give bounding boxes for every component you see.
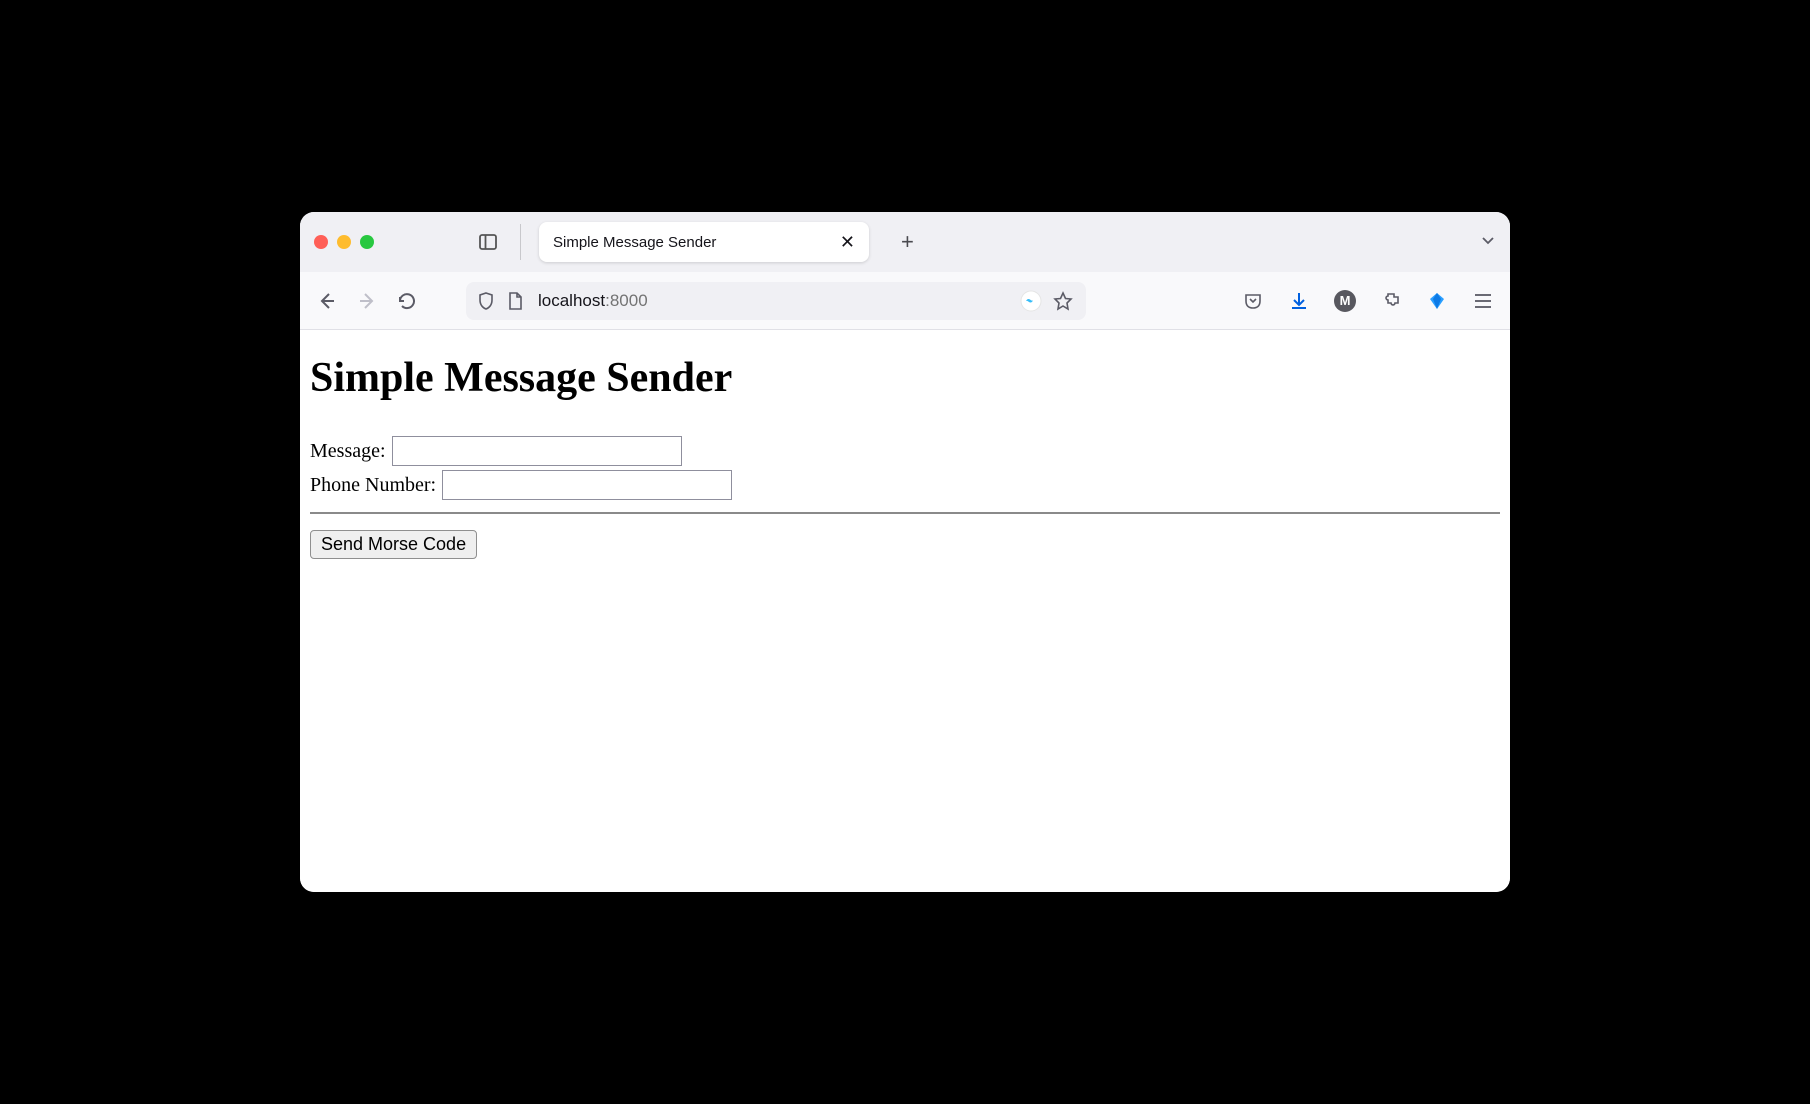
extensions-icon[interactable] xyxy=(1380,290,1402,312)
account-m-icon[interactable]: M xyxy=(1334,290,1356,312)
browser-window: Simple Message Sender ✕ + xyxy=(300,212,1510,892)
send-morse-code-button[interactable]: Send Morse Code xyxy=(310,530,477,559)
form-divider xyxy=(310,512,1500,514)
downloads-icon[interactable] xyxy=(1288,290,1310,312)
url-port: :8000 xyxy=(605,291,648,310)
address-bar-actions xyxy=(1020,290,1074,312)
tab-title: Simple Message Sender xyxy=(553,234,716,251)
tab-bar: Simple Message Sender ✕ + xyxy=(300,212,1510,272)
tailwind-extension-icon[interactable] xyxy=(1020,290,1042,312)
toolbar-right: M xyxy=(1242,290,1494,312)
page-title: Simple Message Sender xyxy=(310,354,1500,402)
browser-tab[interactable]: Simple Message Sender ✕ xyxy=(539,222,869,262)
pocket-icon[interactable] xyxy=(1242,290,1264,312)
page-content: Simple Message Sender Message: Phone Num… xyxy=(300,330,1510,892)
message-row: Message: xyxy=(310,436,1500,466)
browser-toolbar: localhost:8000 xyxy=(300,272,1510,330)
close-window-button[interactable] xyxy=(314,235,328,249)
address-bar[interactable]: localhost:8000 xyxy=(466,282,1086,320)
phone-row: Phone Number: xyxy=(310,470,1500,500)
bookmark-star-icon[interactable] xyxy=(1052,290,1074,312)
sidebar-toggle-icon[interactable] xyxy=(478,234,498,250)
menu-icon[interactable] xyxy=(1472,290,1494,312)
back-button[interactable] xyxy=(316,290,338,312)
phone-input[interactable] xyxy=(442,470,732,500)
tab-separator xyxy=(520,224,521,260)
window-controls xyxy=(314,235,374,249)
url-text: localhost:8000 xyxy=(538,291,648,311)
page-info-icon[interactable] xyxy=(508,292,526,310)
message-input[interactable] xyxy=(392,436,682,466)
maximize-window-button[interactable] xyxy=(360,235,374,249)
minimize-window-button[interactable] xyxy=(337,235,351,249)
tabs-list-chevron-icon[interactable] xyxy=(1480,232,1496,253)
forward-button[interactable] xyxy=(356,290,378,312)
gem-extension-icon[interactable] xyxy=(1426,290,1448,312)
shield-icon[interactable] xyxy=(478,292,496,310)
close-tab-icon[interactable]: ✕ xyxy=(840,233,855,251)
phone-label: Phone Number: xyxy=(310,474,436,497)
new-tab-button[interactable]: + xyxy=(901,231,914,253)
message-label: Message: xyxy=(310,440,386,463)
url-host: localhost xyxy=(538,291,605,310)
reload-button[interactable] xyxy=(396,290,418,312)
